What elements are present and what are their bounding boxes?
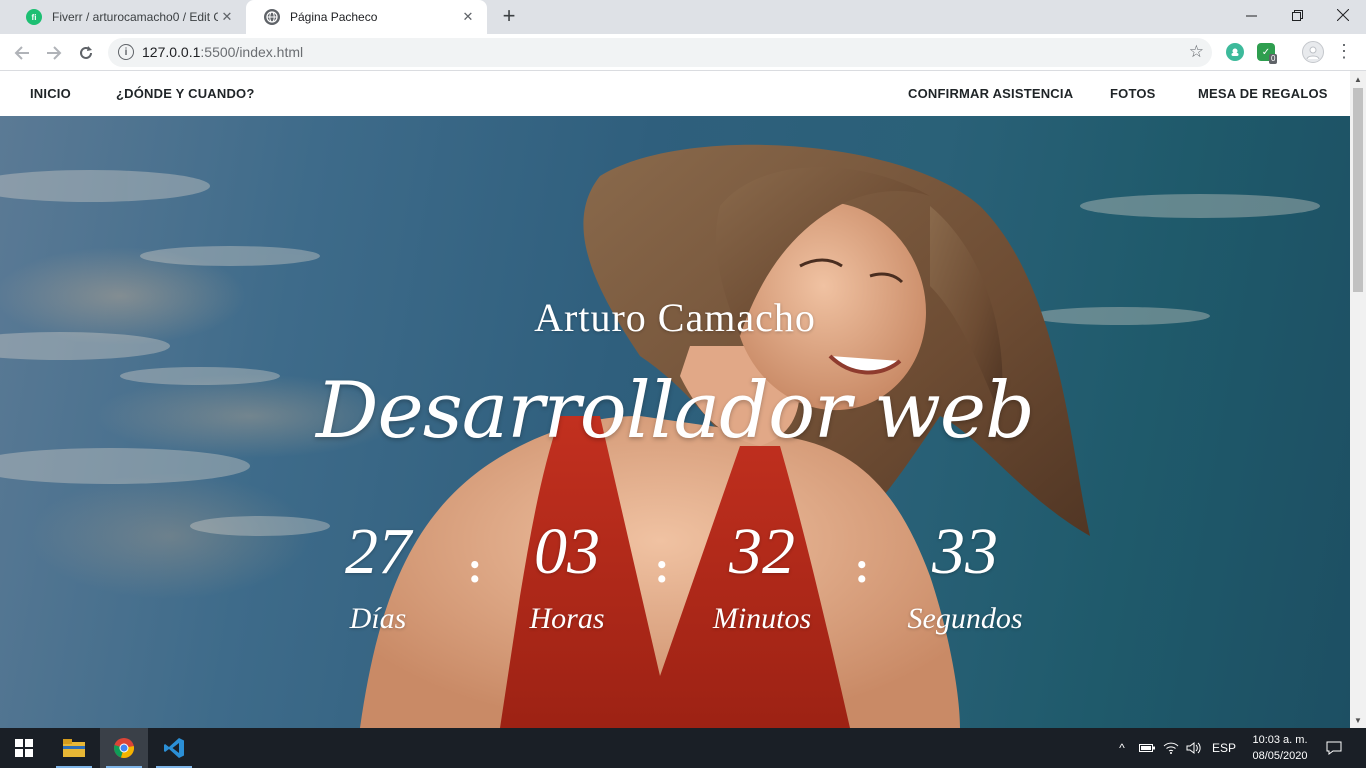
- hero-section: Arturo Camacho Desarrollador web 27 : 03…: [0, 116, 1350, 728]
- new-tab-button[interactable]: +: [497, 5, 521, 29]
- battery-icon[interactable]: [1136, 728, 1158, 768]
- language-indicator[interactable]: ESP: [1208, 728, 1240, 768]
- forward-button[interactable]: [40, 39, 68, 67]
- info-icon[interactable]: i: [118, 44, 134, 60]
- vscode-icon: [164, 738, 184, 758]
- reload-icon: [80, 46, 92, 59]
- tray-chevron-up-icon[interactable]: ^: [1112, 728, 1132, 768]
- file-explorer-icon: [63, 739, 85, 757]
- url-path: :5500/index.html: [200, 44, 304, 60]
- site-navbar: INICIO ¿DÓNDE Y CUANDO? CONFIRMAR ASISTE…: [0, 71, 1350, 116]
- page-scrollbar[interactable]: ▲ ▼: [1350, 71, 1366, 728]
- clock-time: 10:03 a. m.: [1252, 734, 1308, 746]
- countdown-minutes-value: 32: [729, 515, 795, 588]
- restore-button[interactable]: [1274, 0, 1320, 30]
- nav-donde-y-cuando[interactable]: ¿DÓNDE Y CUANDO?: [116, 86, 255, 101]
- nav-inicio[interactable]: INICIO: [30, 86, 71, 101]
- tab-pagina-pacheco[interactable]: Página Pacheco ✕: [246, 0, 487, 34]
- url-text[interactable]: 127.0.0.1:5500/index.html: [142, 44, 303, 60]
- tab-title: Fiverr / arturocamacho0 / Edit Gi: [52, 10, 218, 24]
- profile-avatar-icon[interactable]: [1302, 41, 1324, 63]
- forward-arrow-icon: [47, 46, 62, 60]
- restore-icon: [1291, 9, 1303, 21]
- back-button[interactable]: [8, 39, 36, 67]
- countdown-separator: :: [854, 543, 870, 592]
- fiverr-icon: fi: [26, 9, 42, 25]
- nav-confirmar-asistencia[interactable]: CONFIRMAR ASISTENCIA: [908, 86, 1073, 101]
- wifi-icon[interactable]: [1160, 728, 1182, 768]
- taskbar-vscode[interactable]: [150, 728, 198, 768]
- countdown-hours-label: Horas: [529, 602, 605, 635]
- back-arrow-icon: [14, 46, 29, 60]
- start-button[interactable]: [0, 728, 48, 768]
- nav-mesa-de-regalos[interactable]: MESA DE REGALOS: [1198, 86, 1328, 101]
- clock-date: 08/05/2020: [1252, 750, 1308, 762]
- tab-fiverr[interactable]: fi Fiverr / arturocamacho0 / Edit Gi ✕: [8, 0, 246, 34]
- close-icon: [1337, 9, 1349, 21]
- windows-taskbar: ^ ESP 10:03 a. m. 08/05/2020: [0, 728, 1366, 768]
- notification-icon: [1326, 741, 1342, 755]
- scroll-thumb[interactable]: [1353, 88, 1363, 292]
- globe-icon: [264, 9, 280, 25]
- countdown-seconds-label: Segundos: [907, 602, 1023, 635]
- hero-title: Desarrollador web: [316, 366, 1035, 456]
- taskbar-clock[interactable]: 10:03 a. m. 08/05/2020: [1240, 732, 1320, 764]
- close-tab-icon[interactable]: ✕: [459, 8, 477, 26]
- action-center-button[interactable]: [1320, 728, 1348, 768]
- volume-icon[interactable]: [1183, 728, 1205, 768]
- countdown-days-label: Días: [349, 602, 407, 635]
- countdown-minutes-label: Minutos: [712, 602, 812, 635]
- tab-title: Página Pacheco: [290, 10, 378, 24]
- close-window-button[interactable]: [1320, 0, 1366, 30]
- browser-tabstrip: fi Fiverr / arturocamacho0 / Edit Gi ✕ P…: [0, 0, 1366, 34]
- extension-badge: 0: [1269, 54, 1278, 64]
- windows-logo-icon: [15, 739, 33, 757]
- taskbar-file-explorer[interactable]: [50, 728, 98, 768]
- url-host: 127.0.0.1: [142, 44, 201, 60]
- scroll-down-arrow-icon[interactable]: ▼: [1350, 712, 1366, 728]
- scroll-up-arrow-icon[interactable]: ▲: [1350, 71, 1366, 87]
- taskbar-chrome[interactable]: [100, 728, 148, 768]
- reload-button[interactable]: [72, 39, 100, 67]
- minimize-icon: [1245, 15, 1257, 16]
- nav-fotos[interactable]: FOTOS: [1110, 86, 1156, 101]
- countdown-days-value: 27: [345, 515, 411, 588]
- chrome-icon: [114, 738, 134, 758]
- close-tab-icon[interactable]: ✕: [218, 8, 236, 26]
- page-viewport: INICIO ¿DÓNDE Y CUANDO? CONFIRMAR ASISTE…: [0, 71, 1366, 728]
- browser-toolbar: i 127.0.0.1:5500/index.html ☆ ✓ 0 ⋮: [0, 34, 1366, 71]
- browser-menu-icon[interactable]: ⋮: [1335, 41, 1353, 62]
- address-bar[interactable]: i 127.0.0.1:5500/index.html ☆: [108, 38, 1212, 67]
- bookmark-star-icon[interactable]: ☆: [1189, 42, 1204, 62]
- extension-icon[interactable]: [1226, 43, 1244, 61]
- countdown-seconds-value: 33: [932, 515, 998, 588]
- hero-name: Arturo Camacho: [534, 295, 816, 340]
- countdown-separator: :: [467, 543, 483, 592]
- countdown-separator: :: [654, 543, 670, 592]
- countdown-hours-value: 03: [534, 515, 600, 588]
- minimize-button[interactable]: [1228, 0, 1274, 30]
